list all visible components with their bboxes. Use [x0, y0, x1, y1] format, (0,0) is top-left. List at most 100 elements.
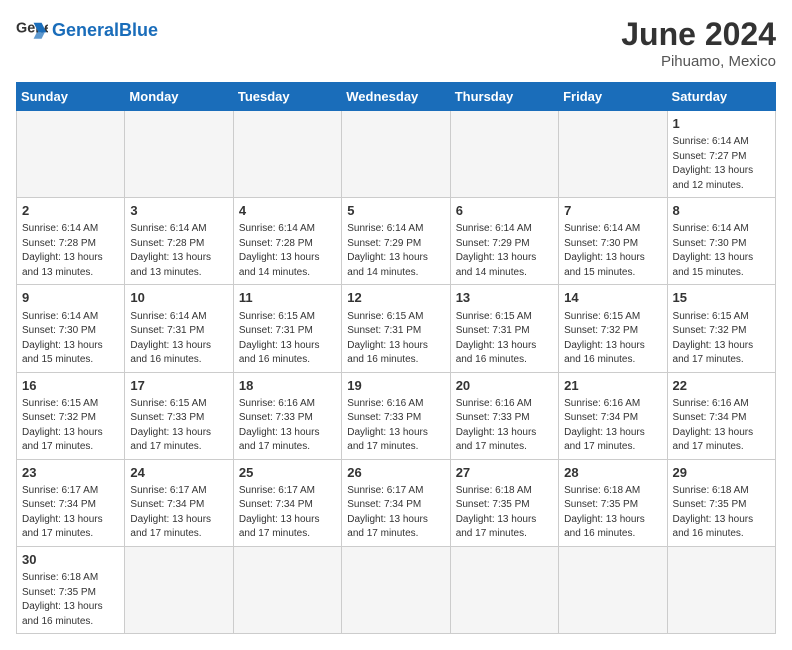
day-cell: 1Sunrise: 6:14 AM Sunset: 7:27 PM Daylig… — [667, 111, 775, 198]
day-cell: 28Sunrise: 6:18 AM Sunset: 7:35 PM Dayli… — [559, 459, 667, 546]
day-info: Sunrise: 6:17 AM Sunset: 7:34 PM Dayligh… — [239, 484, 336, 542]
day-number: 8 — [673, 202, 770, 220]
weekday-header-saturday: Saturday — [667, 83, 775, 111]
week-row-3: 9Sunrise: 6:14 AM Sunset: 7:30 PM Daylig… — [17, 285, 776, 372]
location-subtitle: Pihuamo, Mexico — [621, 53, 776, 70]
day-number: 7 — [564, 202, 661, 220]
day-info: Sunrise: 6:14 AM Sunset: 7:29 PM Dayligh… — [456, 222, 553, 280]
day-cell: 30 Sunrise: 6:18 AM Sunset: 7:35 PM Dayli… — [17, 546, 125, 633]
day-number: 25 — [239, 464, 336, 482]
day-cell: 19Sunrise: 6:16 AM Sunset: 7:33 PM Dayli… — [342, 372, 450, 459]
logo-blue: Blue — [119, 20, 158, 40]
calendar-table: SundayMondayTuesdayWednesdayThursdayFrid… — [16, 82, 776, 634]
day-cell: 23 Sunrise: 6:17 AM Sunset: 7:34 PM Dayli… — [17, 459, 125, 546]
day-info: Sunrise: 6:14 AM Sunset: 7:30 PM Dayligh… — [22, 310, 119, 368]
day-cell — [559, 546, 667, 633]
day-number: 17 — [130, 377, 227, 395]
day-number: 23 — [22, 464, 119, 482]
day-number: 15 — [673, 289, 770, 307]
day-cell — [342, 546, 450, 633]
week-row-6: 30 Sunrise: 6:18 AM Sunset: 7:35 PM Dayli… — [17, 546, 776, 633]
day-number: 16 — [22, 377, 119, 395]
day-cell: 26Sunrise: 6:17 AM Sunset: 7:34 PM Dayli… — [342, 459, 450, 546]
day-cell: 3 Sunrise: 6:14 AM Sunset: 7:28 PM Daylig… — [125, 198, 233, 285]
week-row-2: 2 Sunrise: 6:14 AM Sunset: 7:28 PM Daylig… — [17, 198, 776, 285]
day-cell — [450, 111, 558, 198]
day-number: 14 — [564, 289, 661, 307]
day-cell: 18Sunrise: 6:16 AM Sunset: 7:33 PM Dayli… — [233, 372, 341, 459]
day-cell — [559, 111, 667, 198]
day-cell — [17, 111, 125, 198]
day-cell: 17 Sunrise: 6:15 AM Sunset: 7:33 PM Dayli… — [125, 372, 233, 459]
logo: General GeneralBlue — [16, 16, 158, 44]
day-info: Sunrise: 6:14 AM Sunset: 7:29 PM Dayligh… — [347, 222, 444, 280]
day-info: Sunrise: 6:18 AM Sunset: 7:35 PM Dayligh… — [22, 571, 119, 629]
day-number: 4 — [239, 202, 336, 220]
day-cell — [233, 111, 341, 198]
day-number: 29 — [673, 464, 770, 482]
day-cell: 15 Sunrise: 6:15 AM Sunset: 7:32 PM Dayli… — [667, 285, 775, 372]
day-info: Sunrise: 6:18 AM Sunset: 7:35 PM Dayligh… — [456, 484, 553, 542]
day-info: Sunrise: 6:15 AM Sunset: 7:32 PM Dayligh… — [22, 397, 119, 455]
day-number: 18 — [239, 377, 336, 395]
day-number: 26 — [347, 464, 444, 482]
title-block: June 2024 Pihuamo, Mexico — [621, 16, 776, 70]
weekday-header-row: SundayMondayTuesdayWednesdayThursdayFrid… — [17, 83, 776, 111]
day-cell: 27 Sunrise: 6:18 AM Sunset: 7:35 PM Dayli… — [450, 459, 558, 546]
day-number: 20 — [456, 377, 553, 395]
day-number: 30 — [22, 551, 119, 569]
week-row-1: 1Sunrise: 6:14 AM Sunset: 7:27 PM Daylig… — [17, 111, 776, 198]
day-cell: 21 Sunrise: 6:16 AM Sunset: 7:34 PM Dayli… — [559, 372, 667, 459]
day-info: Sunrise: 6:18 AM Sunset: 7:35 PM Dayligh… — [564, 484, 661, 542]
day-cell — [667, 546, 775, 633]
day-info: Sunrise: 6:15 AM Sunset: 7:31 PM Dayligh… — [347, 310, 444, 368]
day-info: Sunrise: 6:15 AM Sunset: 7:31 PM Dayligh… — [239, 310, 336, 368]
day-cell: 2Sunrise: 6:14 AM Sunset: 7:28 PM Daylig… — [17, 198, 125, 285]
day-info: Sunrise: 6:15 AM Sunset: 7:32 PM Dayligh… — [564, 310, 661, 368]
day-number: 19 — [347, 377, 444, 395]
day-info: Sunrise: 6:15 AM Sunset: 7:31 PM Dayligh… — [456, 310, 553, 368]
logo-icon: General — [16, 16, 48, 44]
day-cell — [233, 546, 341, 633]
day-cell: 4Sunrise: 6:14 AM Sunset: 7:28 PM Daylig… — [233, 198, 341, 285]
day-cell: 16 Sunrise: 6:15 AM Sunset: 7:32 PM Dayli… — [17, 372, 125, 459]
day-number: 11 — [239, 289, 336, 307]
day-cell: 12 Sunrise: 6:15 AM Sunset: 7:31 PM Dayli… — [342, 285, 450, 372]
weekday-header-wednesday: Wednesday — [342, 83, 450, 111]
day-number: 2 — [22, 202, 119, 220]
day-info: Sunrise: 6:16 AM Sunset: 7:34 PM Dayligh… — [673, 397, 770, 455]
day-info: Sunrise: 6:16 AM Sunset: 7:34 PM Dayligh… — [564, 397, 661, 455]
day-info: Sunrise: 6:15 AM Sunset: 7:32 PM Dayligh… — [673, 310, 770, 368]
day-cell: 25 Sunrise: 6:17 AM Sunset: 7:34 PM Dayli… — [233, 459, 341, 546]
day-info: Sunrise: 6:14 AM Sunset: 7:31 PM Dayligh… — [130, 310, 227, 368]
weekday-header-thursday: Thursday — [450, 83, 558, 111]
day-info: Sunrise: 6:14 AM Sunset: 7:30 PM Dayligh… — [673, 222, 770, 280]
day-info: Sunrise: 6:17 AM Sunset: 7:34 PM Dayligh… — [22, 484, 119, 542]
page-header: General GeneralBlue June 2024 Pihuamo, M… — [16, 16, 776, 70]
weekday-header-tuesday: Tuesday — [233, 83, 341, 111]
week-row-4: 16 Sunrise: 6:15 AM Sunset: 7:32 PM Dayli… — [17, 372, 776, 459]
day-number: 12 — [347, 289, 444, 307]
day-info: Sunrise: 6:15 AM Sunset: 7:33 PM Dayligh… — [130, 397, 227, 455]
day-info: Sunrise: 6:14 AM Sunset: 7:27 PM Dayligh… — [673, 135, 770, 193]
day-number: 3 — [130, 202, 227, 220]
month-title: June 2024 — [621, 16, 776, 53]
weekday-header-monday: Monday — [125, 83, 233, 111]
day-number: 13 — [456, 289, 553, 307]
day-cell: 10 Sunrise: 6:14 AM Sunset: 7:31 PM Dayli… — [125, 285, 233, 372]
day-number: 5 — [347, 202, 444, 220]
day-info: Sunrise: 6:17 AM Sunset: 7:34 PM Dayligh… — [130, 484, 227, 542]
day-info: Sunrise: 6:14 AM Sunset: 7:28 PM Dayligh… — [130, 222, 227, 280]
day-cell: 29Sunrise: 6:18 AM Sunset: 7:35 PM Dayli… — [667, 459, 775, 546]
day-cell — [342, 111, 450, 198]
day-cell: 13 Sunrise: 6:15 AM Sunset: 7:31 PM Dayli… — [450, 285, 558, 372]
day-number: 27 — [456, 464, 553, 482]
logo-general: General — [52, 20, 119, 40]
day-info: Sunrise: 6:14 AM Sunset: 7:30 PM Dayligh… — [564, 222, 661, 280]
day-number: 24 — [130, 464, 227, 482]
day-cell — [450, 546, 558, 633]
day-number: 21 — [564, 377, 661, 395]
day-number: 10 — [130, 289, 227, 307]
day-cell: 5 Sunrise: 6:14 AM Sunset: 7:29 PM Daylig… — [342, 198, 450, 285]
day-cell: 8 Sunrise: 6:14 AM Sunset: 7:30 PM Daylig… — [667, 198, 775, 285]
